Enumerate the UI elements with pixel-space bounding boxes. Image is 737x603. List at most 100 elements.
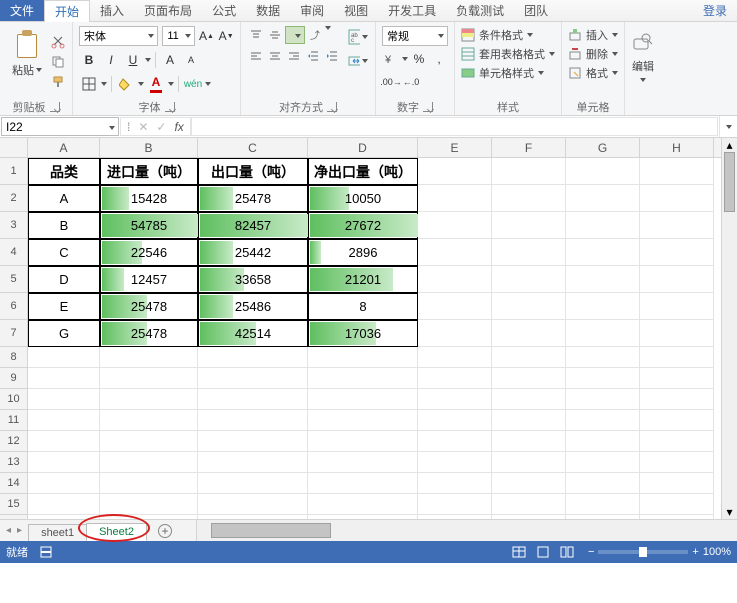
row-header[interactable]: 12	[0, 431, 28, 452]
cell[interactable]	[418, 158, 492, 185]
row-header[interactable]: 15	[0, 494, 28, 515]
cell[interactable]	[566, 389, 640, 410]
decrease-decimal-button[interactable]: ←.0	[402, 72, 420, 92]
font-size-select[interactable]: 11	[162, 26, 194, 46]
cell[interactable]	[566, 452, 640, 473]
cell[interactable]: B	[28, 212, 100, 239]
cell[interactable]: 25478	[100, 320, 198, 347]
cell[interactable]	[28, 452, 100, 473]
bold-button[interactable]: B	[79, 50, 99, 70]
cell[interactable]	[418, 368, 492, 389]
row-header[interactable]: 3	[0, 212, 28, 239]
cell[interactable]	[640, 494, 714, 515]
cell[interactable]: 21201	[308, 266, 418, 293]
scroll-thumb[interactable]	[724, 152, 735, 212]
number-format-select[interactable]: 常规	[382, 26, 448, 46]
formula-input[interactable]	[191, 117, 718, 136]
cell[interactable]	[100, 368, 198, 389]
cell[interactable]	[308, 431, 418, 452]
zoom-out-button[interactable]: −	[588, 546, 594, 558]
accounting-format-button[interactable]: ¥	[382, 49, 400, 69]
zoom-level[interactable]: 100%	[703, 546, 731, 558]
increase-indent-icon[interactable]	[323, 47, 341, 65]
file-tab[interactable]: 文件	[0, 0, 44, 21]
cell[interactable]	[640, 515, 714, 519]
accept-formula-icon[interactable]: ✓	[156, 120, 166, 134]
cell[interactable]	[308, 410, 418, 431]
clipboard-launcher[interactable]	[50, 102, 60, 112]
cell[interactable]	[566, 239, 640, 266]
cell[interactable]	[100, 347, 198, 368]
menu-tab-1[interactable]: 插入	[90, 0, 134, 21]
percent-format-button[interactable]: %	[410, 49, 428, 69]
menu-tab-0[interactable]: 开始	[44, 0, 90, 22]
cell[interactable]: 出口量（吨）	[198, 158, 308, 185]
cell[interactable]	[566, 320, 640, 347]
cut-icon[interactable]	[50, 34, 66, 50]
cell[interactable]: 27672	[308, 212, 418, 239]
paste-icon[interactable]	[13, 28, 41, 60]
delete-cells-button[interactable]: 删除	[568, 46, 618, 62]
cell[interactable]	[28, 431, 100, 452]
cell[interactable]: 10050	[308, 185, 418, 212]
cell[interactable]: 25478	[198, 185, 308, 212]
cell[interactable]: 品类	[28, 158, 100, 185]
cell[interactable]	[566, 212, 640, 239]
menu-tab-7[interactable]: 开发工具	[378, 0, 446, 21]
col-header-D[interactable]: D	[308, 138, 418, 157]
row-header[interactable]: 13	[0, 452, 28, 473]
cell[interactable]	[492, 494, 566, 515]
vertical-scrollbar[interactable]: ▴ ▾	[721, 138, 737, 519]
italic-button[interactable]: I	[101, 50, 121, 70]
conditional-format-button[interactable]: 条件格式	[461, 27, 555, 43]
cell[interactable]	[308, 515, 418, 519]
cell[interactable]: D	[28, 266, 100, 293]
sheet-nav-prev[interactable]: ◂	[6, 525, 11, 536]
cell[interactable]	[198, 389, 308, 410]
cell[interactable]	[100, 431, 198, 452]
scroll-up-icon[interactable]: ▴	[722, 138, 737, 152]
name-box[interactable]: I22	[1, 117, 119, 136]
comma-format-button[interactable]: ,	[430, 49, 448, 69]
cell[interactable]	[100, 473, 198, 494]
cell[interactable]	[100, 515, 198, 519]
col-header-A[interactable]: A	[28, 138, 100, 157]
cell[interactable]	[492, 410, 566, 431]
sheet-nav-next[interactable]: ▸	[17, 525, 22, 536]
menu-tab-4[interactable]: 数据	[246, 0, 290, 21]
cell[interactable]	[100, 410, 198, 431]
cell[interactable]	[28, 347, 100, 368]
cell[interactable]	[492, 473, 566, 494]
cell[interactable]	[198, 347, 308, 368]
cell[interactable]	[640, 473, 714, 494]
merge-center-button[interactable]	[347, 50, 369, 72]
decrease-indent-icon[interactable]	[304, 47, 322, 65]
cell[interactable]	[198, 431, 308, 452]
increase-font-icon[interactable]: A▲	[199, 26, 215, 46]
cell[interactable]	[308, 347, 418, 368]
cell[interactable]: 33658	[198, 266, 308, 293]
copy-icon[interactable]	[50, 54, 66, 70]
cell[interactable]	[566, 158, 640, 185]
col-header-H[interactable]: H	[640, 138, 714, 157]
cell[interactable]	[418, 212, 492, 239]
cell[interactable]	[640, 239, 714, 266]
menu-tab-3[interactable]: 公式	[202, 0, 246, 21]
menu-tab-8[interactable]: 负载测试	[446, 0, 514, 21]
number-launcher[interactable]	[423, 102, 433, 112]
cell[interactable]	[640, 389, 714, 410]
cell[interactable]	[418, 293, 492, 320]
formula-dropdown-icon[interactable]: ⁞	[127, 120, 130, 134]
cell[interactable]	[418, 452, 492, 473]
cancel-formula-icon[interactable]: ✕	[138, 120, 148, 134]
horizontal-scrollbar[interactable]	[196, 520, 737, 541]
decrease-font-alt-icon[interactable]: A	[182, 50, 200, 70]
cell[interactable]	[566, 368, 640, 389]
cell[interactable]	[198, 410, 308, 431]
cell[interactable]	[418, 239, 492, 266]
underline-button[interactable]: U	[123, 50, 143, 70]
wrap-text-button[interactable]: abc	[347, 26, 369, 48]
cell[interactable]	[492, 185, 566, 212]
cell[interactable]	[308, 389, 418, 410]
cell[interactable]	[28, 515, 100, 519]
